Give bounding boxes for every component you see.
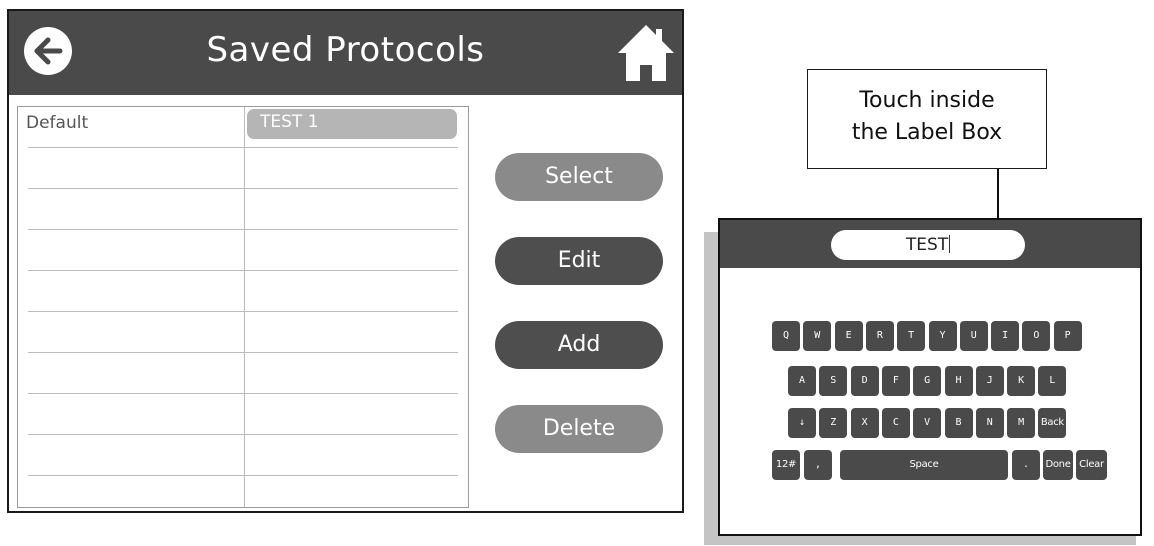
home-button[interactable]	[616, 21, 676, 83]
protocol-list: Default TEST 1	[17, 106, 469, 508]
saved-protocols-screen: Saved Protocols Default TEST 1 Select Edi…	[7, 9, 684, 513]
key-done[interactable]: Done	[1043, 450, 1073, 480]
key-y[interactable]: Y	[928, 321, 957, 351]
protocol-row[interactable]	[18, 271, 468, 312]
key-c[interactable]: C	[881, 408, 910, 438]
key-p[interactable]: P	[1053, 321, 1082, 351]
instruction-callout: Touch inside the Label Box	[807, 69, 1047, 169]
callout-arrow-line	[997, 169, 999, 225]
key-comma[interactable]: ,	[804, 450, 832, 480]
key-f[interactable]: F	[881, 366, 910, 396]
key-back[interactable]: Back	[1038, 408, 1067, 438]
keyboard-panel: TEST Q W E R T Y U I O P A S D F G H J K L ↓ Z X C V B N M Back 12#,…	[718, 218, 1142, 536]
protocol-row[interactable]	[18, 353, 468, 394]
key-i[interactable]: I	[991, 321, 1020, 351]
key-r[interactable]: R	[865, 321, 894, 351]
key-s[interactable]: S	[819, 366, 848, 396]
key-w[interactable]: W	[803, 321, 832, 351]
key-shift[interactable]: ↓	[788, 408, 816, 438]
protocol-row[interactable]	[18, 312, 468, 353]
key-clear[interactable]: Clear	[1076, 450, 1107, 480]
key-n[interactable]: N	[975, 408, 1004, 438]
key-x[interactable]: X	[850, 408, 879, 438]
key-u[interactable]: U	[959, 321, 988, 351]
key-space[interactable]: Space	[840, 450, 1008, 480]
select-button[interactable]: Select	[495, 153, 663, 201]
home-icon	[618, 25, 674, 81]
key-t[interactable]: T	[897, 321, 926, 351]
key-o[interactable]: O	[1022, 321, 1051, 351]
protocol-row[interactable]	[18, 148, 468, 189]
key-q[interactable]: Q	[772, 321, 800, 351]
text-caret	[949, 235, 951, 253]
key-b[interactable]: B	[944, 408, 973, 438]
delete-button[interactable]: Delete	[495, 405, 663, 453]
key-z[interactable]: Z	[819, 408, 848, 438]
key-a[interactable]: A	[788, 366, 816, 396]
label-box-input[interactable]: TEST	[831, 230, 1025, 260]
key-m[interactable]: M	[1007, 408, 1036, 438]
protocol-row[interactable]	[18, 189, 468, 230]
key-g[interactable]: G	[913, 366, 942, 396]
keyboard-header: TEST	[720, 220, 1140, 268]
edit-button[interactable]: Edit	[495, 237, 663, 285]
key-j[interactable]: J	[975, 366, 1004, 396]
key-period[interactable]: .	[1012, 450, 1040, 480]
protocol-row[interactable]	[18, 435, 468, 476]
callout-line-1: Touch inside	[859, 88, 995, 113]
protocol-row[interactable]: Default TEST 1	[18, 107, 468, 148]
key-k[interactable]: K	[1007, 366, 1036, 396]
protocol-cell-right-selected[interactable]: TEST 1	[247, 109, 457, 139]
key-l[interactable]: L	[1038, 366, 1067, 396]
callout-line-2: the Label Box	[851, 120, 1003, 145]
protocol-row[interactable]	[18, 476, 468, 517]
key-h[interactable]: H	[944, 366, 973, 396]
add-button[interactable]: Add	[495, 321, 663, 369]
screen-header: Saved Protocols	[9, 11, 682, 95]
key-d[interactable]: D	[850, 366, 879, 396]
protocol-row[interactable]	[18, 394, 468, 435]
key-numbers[interactable]: 12#	[772, 450, 800, 480]
key-v[interactable]: V	[913, 408, 942, 438]
key-e[interactable]: E	[834, 321, 863, 351]
page-title: Saved Protocols	[206, 30, 485, 70]
protocol-row[interactable]	[18, 230, 468, 271]
label-box-value: TEST	[905, 235, 949, 255]
protocol-cell-left[interactable]: Default	[26, 113, 88, 133]
